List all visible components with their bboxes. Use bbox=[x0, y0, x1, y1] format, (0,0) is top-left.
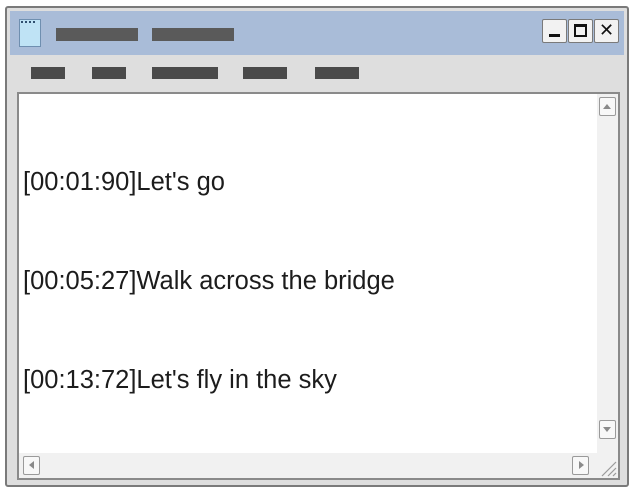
editor-frame: [00:01:90]Let's go [00:05:27]Walk across… bbox=[17, 92, 620, 480]
scroll-right-button[interactable] bbox=[572, 456, 589, 475]
window-title-redacted bbox=[56, 28, 138, 41]
window-subtitle-redacted bbox=[152, 28, 234, 41]
notepad-icon[interactable] bbox=[19, 19, 41, 47]
lyric-line: [00:05:27]Walk across the bridge bbox=[23, 267, 395, 295]
resize-grip[interactable] bbox=[597, 453, 618, 478]
lyric-line: [00:13:72]Let's fly in the sky bbox=[23, 366, 337, 394]
title-bar[interactable]: ✕ bbox=[10, 11, 624, 55]
arrow-left-icon bbox=[29, 461, 34, 469]
arrow-right-icon bbox=[579, 461, 584, 469]
menu-item-1[interactable] bbox=[31, 67, 65, 79]
menu-item-3[interactable] bbox=[152, 67, 218, 79]
arrow-up-icon bbox=[603, 104, 611, 109]
menu-bar bbox=[10, 55, 624, 89]
resize-grip-icon bbox=[601, 461, 617, 477]
arrow-down-icon bbox=[603, 427, 611, 432]
close-icon: ✕ bbox=[598, 20, 615, 41]
maximize-icon bbox=[574, 24, 587, 37]
vertical-scrollbar[interactable] bbox=[597, 94, 618, 453]
maximize-button[interactable] bbox=[568, 19, 593, 43]
text-editor-window: ✕ [00:01:90]Let's go [00:05:27]Walk acro… bbox=[5, 6, 629, 487]
app-icon-binding bbox=[21, 21, 35, 26]
menu-item-5[interactable] bbox=[315, 67, 359, 79]
horizontal-scrollbar[interactable] bbox=[19, 453, 597, 478]
close-button[interactable]: ✕ bbox=[594, 19, 619, 43]
minimize-icon bbox=[549, 34, 560, 37]
lyric-line: [00:01:90]Let's go bbox=[23, 168, 225, 196]
menu-item-4[interactable] bbox=[243, 67, 287, 79]
scroll-up-button[interactable] bbox=[599, 97, 616, 116]
minimize-button[interactable] bbox=[542, 19, 567, 43]
scroll-down-button[interactable] bbox=[599, 420, 616, 439]
scroll-left-button[interactable] bbox=[23, 456, 40, 475]
menu-item-2[interactable] bbox=[92, 67, 126, 79]
text-editing-area[interactable]: [00:01:90]Let's go [00:05:27]Walk across… bbox=[19, 94, 597, 453]
